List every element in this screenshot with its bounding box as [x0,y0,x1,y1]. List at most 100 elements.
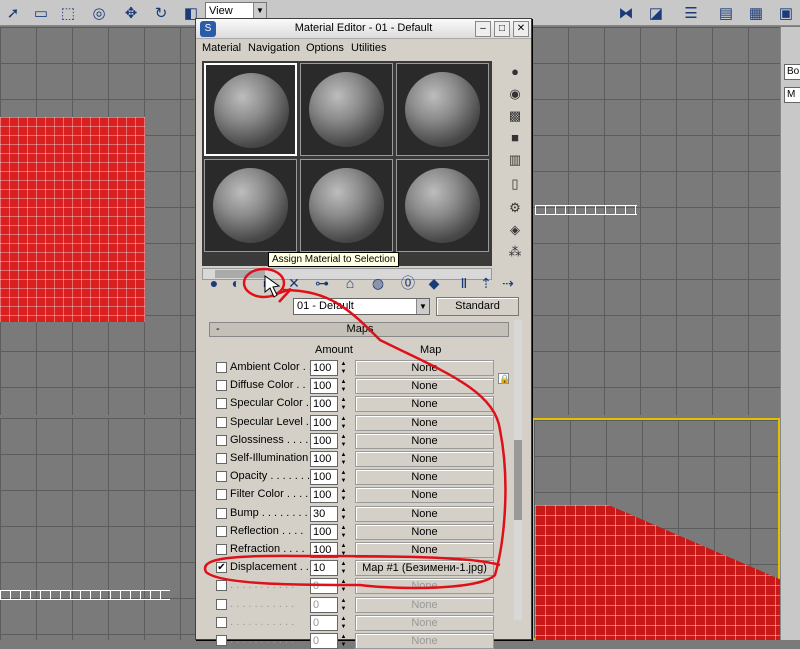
assign-material-icon[interactable]: ◑ [254,273,274,293]
make-unique-icon[interactable]: ⊶ [312,273,332,293]
menu-options[interactable]: Options [306,42,344,54]
select-region-rect-icon[interactable]: ⬚ [57,2,79,24]
select-by-material-icon[interactable]: ◈ [506,221,524,239]
map-slot-button[interactable]: None [355,596,494,613]
map-enable-checkbox[interactable] [216,580,227,592]
amount-spinner-field[interactable]: 100 [310,523,338,540]
map-enable-checkbox[interactable] [216,416,227,428]
amount-spinner-field[interactable]: 100 [310,469,338,486]
map-enable-checkbox[interactable] [216,362,227,373]
backlight-icon[interactable]: ◉ [506,85,524,103]
menu-utilities[interactable]: Utilities [351,42,386,54]
red-mesh-plane[interactable] [0,117,145,322]
map-slot-button[interactable]: None [355,578,494,595]
amount-spinner-field[interactable]: 100 [310,378,338,395]
map-enable-checkbox[interactable] [216,434,227,446]
rotate-icon[interactable]: ↻ [150,2,172,24]
amount-spinner-field[interactable]: 100 [310,542,338,558]
map-slot-button[interactable]: None [355,487,494,504]
select-region-icon[interactable]: ▭ [30,2,52,24]
panel-vertical-scrollbar[interactable] [514,320,522,620]
map-enable-checkbox[interactable] [216,544,227,555]
spinner-arrows-icon[interactable]: ▲ ▼ [339,396,348,412]
map-enable-checkbox[interactable] [216,598,227,610]
fence-object-bottom[interactable] [0,590,170,600]
spinner-arrows-icon[interactable]: ▲ ▼ [339,415,348,431]
sample-slot-6[interactable] [396,159,489,252]
map-slot-button[interactable]: None [355,542,494,558]
background-icon[interactable]: ▩ [506,107,524,125]
material-map-navigator-icon[interactable]: ⁂ [506,243,524,261]
material-name-field[interactable]: 01 - Default ▼ [293,298,430,315]
tiling-icon[interactable]: ■ [506,129,524,147]
curve-editor-icon[interactable]: ▤ [715,2,737,24]
move-icon[interactable]: ✥ [120,2,142,24]
map-slot-button[interactable]: None [355,614,494,631]
map-slot-button[interactable]: None [355,505,494,522]
spinner-arrows-icon[interactable]: ▲ ▼ [339,597,348,613]
object-name-field[interactable]: Bo [784,64,800,80]
sample-slot-3[interactable] [396,63,489,156]
spinner-arrows-icon[interactable]: ▲ ▼ [339,578,348,594]
spinner-arrows-icon[interactable]: ▲ ▼ [339,487,348,503]
render-icon[interactable]: ▣ [775,2,797,24]
put-to-scene-icon[interactable]: ◐ [226,273,246,293]
map-enable-checkbox[interactable] [216,635,227,646]
show-end-result-icon[interactable]: Ⅱ [454,273,474,293]
go-to-parent-icon[interactable]: ⇡ [476,273,496,293]
put-to-library-icon[interactable]: ⌂ [340,273,360,293]
lock-icon[interactable]: 🔒 [498,373,510,384]
fence-object[interactable] [535,205,637,215]
amount-spinner-field[interactable]: 10 [310,560,338,577]
map-slot-button[interactable]: None [355,523,494,540]
map-enable-checkbox[interactable] [216,507,227,519]
map-slot-button[interactable]: None [355,633,494,649]
maps-rollout-header[interactable]: - Maps [209,322,509,337]
amount-spinner-field[interactable]: 100 [310,396,338,413]
spinner-arrows-icon[interactable]: ▲ ▼ [339,560,348,576]
map-slot-button[interactable]: None [355,469,494,486]
maximize-button[interactable]: □ [494,21,510,37]
sample-slot-2[interactable] [300,63,393,156]
sample-type-icon[interactable]: ● [506,63,524,81]
sample-slot-5[interactable] [300,159,393,252]
spinner-arrows-icon[interactable]: ▲ ▼ [339,360,348,376]
scroll-thumb[interactable] [514,440,522,520]
viewport-bottom-left[interactable] [0,418,200,640]
layers-icon[interactable]: ☰ [680,2,702,24]
map-slot-button[interactable]: None [355,378,494,395]
go-to-sibling-icon[interactable]: ⇢ [498,273,518,293]
amount-spinner-field[interactable]: 100 [310,451,338,467]
sample-slot-1[interactable] [204,63,297,156]
spinner-arrows-icon[interactable]: ▲ ▼ [339,542,348,558]
amount-spinner-field[interactable]: 0 [310,633,338,649]
amount-spinner-field[interactable]: 100 [310,360,338,376]
map-slot-button[interactable]: None [355,360,494,376]
align-icon[interactable]: ◪ [645,2,667,24]
amount-spinner-field[interactable]: 100 [310,487,338,504]
amount-spinner-field[interactable]: 0 [310,578,338,595]
spinner-arrows-icon[interactable]: ▲ ▼ [339,469,348,485]
spinner-arrows-icon[interactable]: ▲ ▼ [339,615,348,631]
amount-spinner-field[interactable]: 100 [310,414,338,431]
map-enable-checkbox[interactable] [216,380,227,392]
spinner-arrows-icon[interactable]: ▲ ▼ [339,451,348,467]
map-enable-checkbox[interactable] [216,525,227,537]
video-color-check-icon[interactable]: ▥ [506,151,524,169]
amount-spinner-field[interactable]: 100 [310,432,338,449]
spinner-arrows-icon[interactable]: ▲ ▼ [339,524,348,540]
viewport-top-right[interactable] [532,27,780,415]
menu-material[interactable]: Material [202,42,241,54]
material-effects-channel-icon[interactable]: ◍ [368,273,388,293]
show-map-icon[interactable]: ◆ [424,273,444,293]
map-enable-checkbox[interactable] [216,616,227,628]
map-slot-button[interactable]: None [355,432,494,449]
map-enable-checkbox[interactable] [216,489,227,501]
amount-spinner-field[interactable]: 0 [310,596,338,613]
map-enable-checkbox[interactable]: ✔ [216,562,227,574]
select-by-name-icon[interactable]: ◎ [88,2,110,24]
amount-spinner-field[interactable]: 30 [310,505,338,522]
menu-navigation[interactable]: Navigation [248,42,300,54]
get-material-icon[interactable]: ● [204,273,224,293]
map-enable-checkbox[interactable] [216,398,227,410]
